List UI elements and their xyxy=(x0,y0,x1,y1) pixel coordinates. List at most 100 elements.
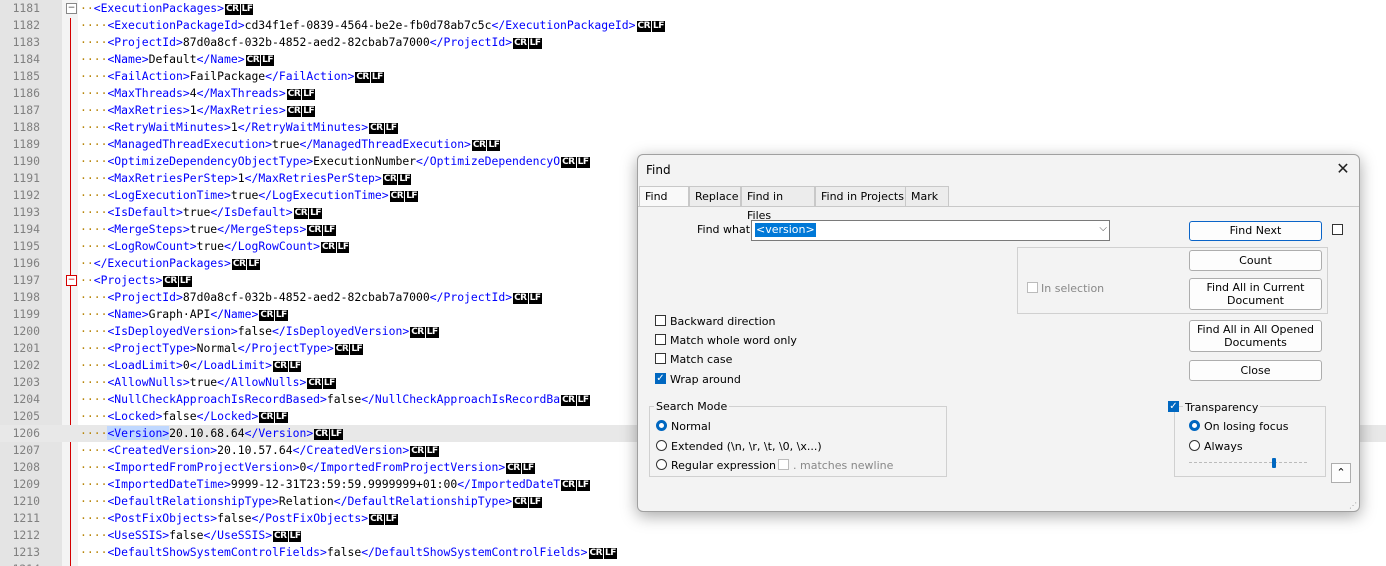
xml-tag: <DefaultRelationshipType> xyxy=(107,494,279,508)
xml-tag: <NullCheckApproachIsRecordBased> xyxy=(107,392,327,406)
code-text: ····<MaxRetriesPerStep>1</MaxRetriesPerS… xyxy=(80,170,412,187)
line-number: 1199 xyxy=(12,307,40,321)
wrap-around-checkbox[interactable]: ✓ xyxy=(655,373,666,384)
find-all-opened-button[interactable]: Find All in All Opened Documents xyxy=(1189,320,1322,352)
eol-marker: LF xyxy=(576,157,590,168)
code-line[interactable]: 1185 ····<FailAction>FailPackage</FailAct… xyxy=(0,68,1386,85)
in-selection-checkbox[interactable] xyxy=(1027,282,1038,293)
code-text: ····<Name>Graph·API</Name> CR LF xyxy=(80,306,288,323)
match-whole-word-checkbox[interactable] xyxy=(655,334,666,345)
whitespace-marker: ···· xyxy=(80,341,108,355)
match-case-label: Match case xyxy=(670,353,733,366)
xml-tag: </OptimizeDependencyO xyxy=(416,154,561,168)
search-mode-extended-radio[interactable] xyxy=(656,440,667,451)
transparency-slider-track[interactable] xyxy=(1189,462,1307,466)
line-number: 1194 xyxy=(12,222,40,236)
xml-tag: <ExecutionPackageId> xyxy=(107,18,245,32)
xml-tag: <CreatedVersion> xyxy=(107,443,218,457)
fold-toggle-icon[interactable]: − xyxy=(66,275,77,286)
resize-grip-icon[interactable]: ⋰ xyxy=(1349,501,1357,510)
xml-tag: </RetryWaitMinutes> xyxy=(237,120,369,134)
eol-marker: CR xyxy=(389,191,405,202)
xml-tag: </DefaultShowSystemControlFields> xyxy=(361,545,588,559)
search-mode-normal-label: Normal xyxy=(671,420,711,433)
line-number: 1205 xyxy=(12,409,40,423)
whitespace-marker: ···· xyxy=(80,494,108,508)
xml-tag: </UseSSIS> xyxy=(203,528,273,542)
code-line[interactable]: 1183 ····<ProjectId>87d0a8cf-032b-4852-ae… xyxy=(0,34,1386,51)
code-line[interactable]: 1187 ····<MaxRetries>1</MaxRetries> CR LF xyxy=(0,102,1386,119)
code-line[interactable]: 1181 − ··<ExecutionPackages> CR LF xyxy=(0,0,1386,17)
always-label: Always xyxy=(1204,440,1243,453)
matches-newline-checkbox[interactable] xyxy=(778,459,789,470)
eol-marker: CR xyxy=(259,412,274,423)
eol-marker: CR xyxy=(561,480,576,491)
eol-marker: LF xyxy=(384,514,398,525)
code-text: ····<ManagedThreadExecution>true</Manage… xyxy=(80,136,501,153)
code-text: ····<UseSSIS>false</UseSSIS> CR LF xyxy=(80,527,302,544)
code-text: ····<RetryWaitMinutes>1</RetryWaitMinute… xyxy=(80,119,398,136)
xml-tag: <FailAction> xyxy=(107,69,190,83)
line-number: 1214 xyxy=(0,561,40,566)
eol-marker: CR xyxy=(513,293,528,304)
code-line[interactable]: 1182 ····<ExecutionPackageId>cd34f1ef-083… xyxy=(0,17,1386,34)
xml-tag: </FailAction> xyxy=(265,69,355,83)
eol-marker: CR xyxy=(506,463,521,474)
xml-tag: </PostFixObjects> xyxy=(251,511,369,525)
code-line[interactable]: 1189 ····<ManagedThreadExecution>true</Ma… xyxy=(0,136,1386,153)
code-line[interactable]: 1186 ····<MaxThreads>4</MaxThreads> CR LF xyxy=(0,85,1386,102)
eol-marker: CR xyxy=(334,344,350,355)
whitespace-marker: ···· xyxy=(80,528,108,542)
code-line[interactable]: 1188 ····<RetryWaitMinutes>1</RetryWaitMi… xyxy=(0,119,1386,136)
count-button[interactable]: Count xyxy=(1189,250,1322,271)
close-button[interactable]: Close xyxy=(1189,360,1322,381)
tab-find-in-files[interactable]: Find in Files xyxy=(741,186,815,222)
match-whole-word-label: Match whole word only xyxy=(670,334,797,347)
xml-tag: </ExecutionPackages> xyxy=(93,256,231,270)
match-case-checkbox[interactable] xyxy=(655,353,666,364)
find-next-extra-checkbox[interactable] xyxy=(1332,224,1343,235)
eol-marker: LF xyxy=(604,548,617,559)
xml-tag: </MaxRetriesPerStep> xyxy=(244,171,382,185)
transparency-label: Transparency xyxy=(1183,401,1261,414)
tab-mark[interactable]: Mark xyxy=(905,186,949,206)
chevron-down-icon[interactable]: ⌵ xyxy=(1099,223,1107,234)
xml-tag: </Name> xyxy=(196,52,245,66)
always-radio[interactable] xyxy=(1189,440,1200,451)
on-losing-focus-radio[interactable] xyxy=(1189,420,1200,431)
whitespace-marker: ···· xyxy=(80,239,108,253)
code-line[interactable]: 1211 ····<PostFixObjects>false</PostFixOb… xyxy=(0,510,1386,527)
eol-marker: LF xyxy=(528,38,542,49)
code-text: ····<LogExecutionTime>true</LogExecution… xyxy=(80,187,419,204)
code-line[interactable]: 1184 ····<Name>Default</Name> CR LF xyxy=(0,51,1386,68)
tab-replace[interactable]: Replace xyxy=(689,186,741,206)
code-text: ····<MergeSteps>true</MergeSteps> CR LF xyxy=(80,221,336,238)
line-number: 1204 xyxy=(12,392,40,406)
eol-marker: LF xyxy=(487,140,501,151)
xml-value: ExecutionNumber xyxy=(313,154,417,168)
fold-toggle-icon[interactable]: − xyxy=(66,3,77,14)
code-line[interactable]: 1214 ····< xyxy=(0,561,1386,566)
transparency-checkbox[interactable]: ✓ xyxy=(1168,401,1179,412)
tab-find-in-projects[interactable]: Find in Projects xyxy=(815,186,911,206)
xml-value: true xyxy=(189,222,218,236)
code-line[interactable]: 1212 ····<UseSSIS>false</UseSSIS> CR LF xyxy=(0,527,1386,544)
search-mode-normal-radio[interactable] xyxy=(656,420,667,431)
transparency-slider-thumb[interactable] xyxy=(1272,458,1276,468)
whitespace-marker: ···· xyxy=(80,120,108,134)
xml-value: true xyxy=(230,188,259,202)
whitespace-marker: ···· xyxy=(80,358,108,372)
xml-tag: </Name> xyxy=(210,307,259,321)
close-icon[interactable]: ✕ xyxy=(1333,159,1353,179)
tab-find[interactable]: Find xyxy=(639,186,689,207)
find-what-input[interactable]: <version> ⌵ xyxy=(751,220,1110,241)
chevron-up-icon[interactable]: ⌃ xyxy=(1331,463,1351,483)
xml-value: 0 xyxy=(182,358,190,372)
whitespace-marker: ···· xyxy=(80,324,108,338)
code-line[interactable]: 1213 ····<DefaultShowSystemControlFields>… xyxy=(0,544,1386,561)
code-text: ····<AllowNulls>true</AllowNulls> CR LF xyxy=(80,374,336,391)
backward-direction-checkbox[interactable] xyxy=(655,315,666,326)
search-mode-regex-radio[interactable] xyxy=(656,459,667,470)
find-next-button[interactable]: Find Next xyxy=(1189,221,1322,241)
find-all-current-button[interactable]: Find All in Current Document xyxy=(1189,278,1322,310)
